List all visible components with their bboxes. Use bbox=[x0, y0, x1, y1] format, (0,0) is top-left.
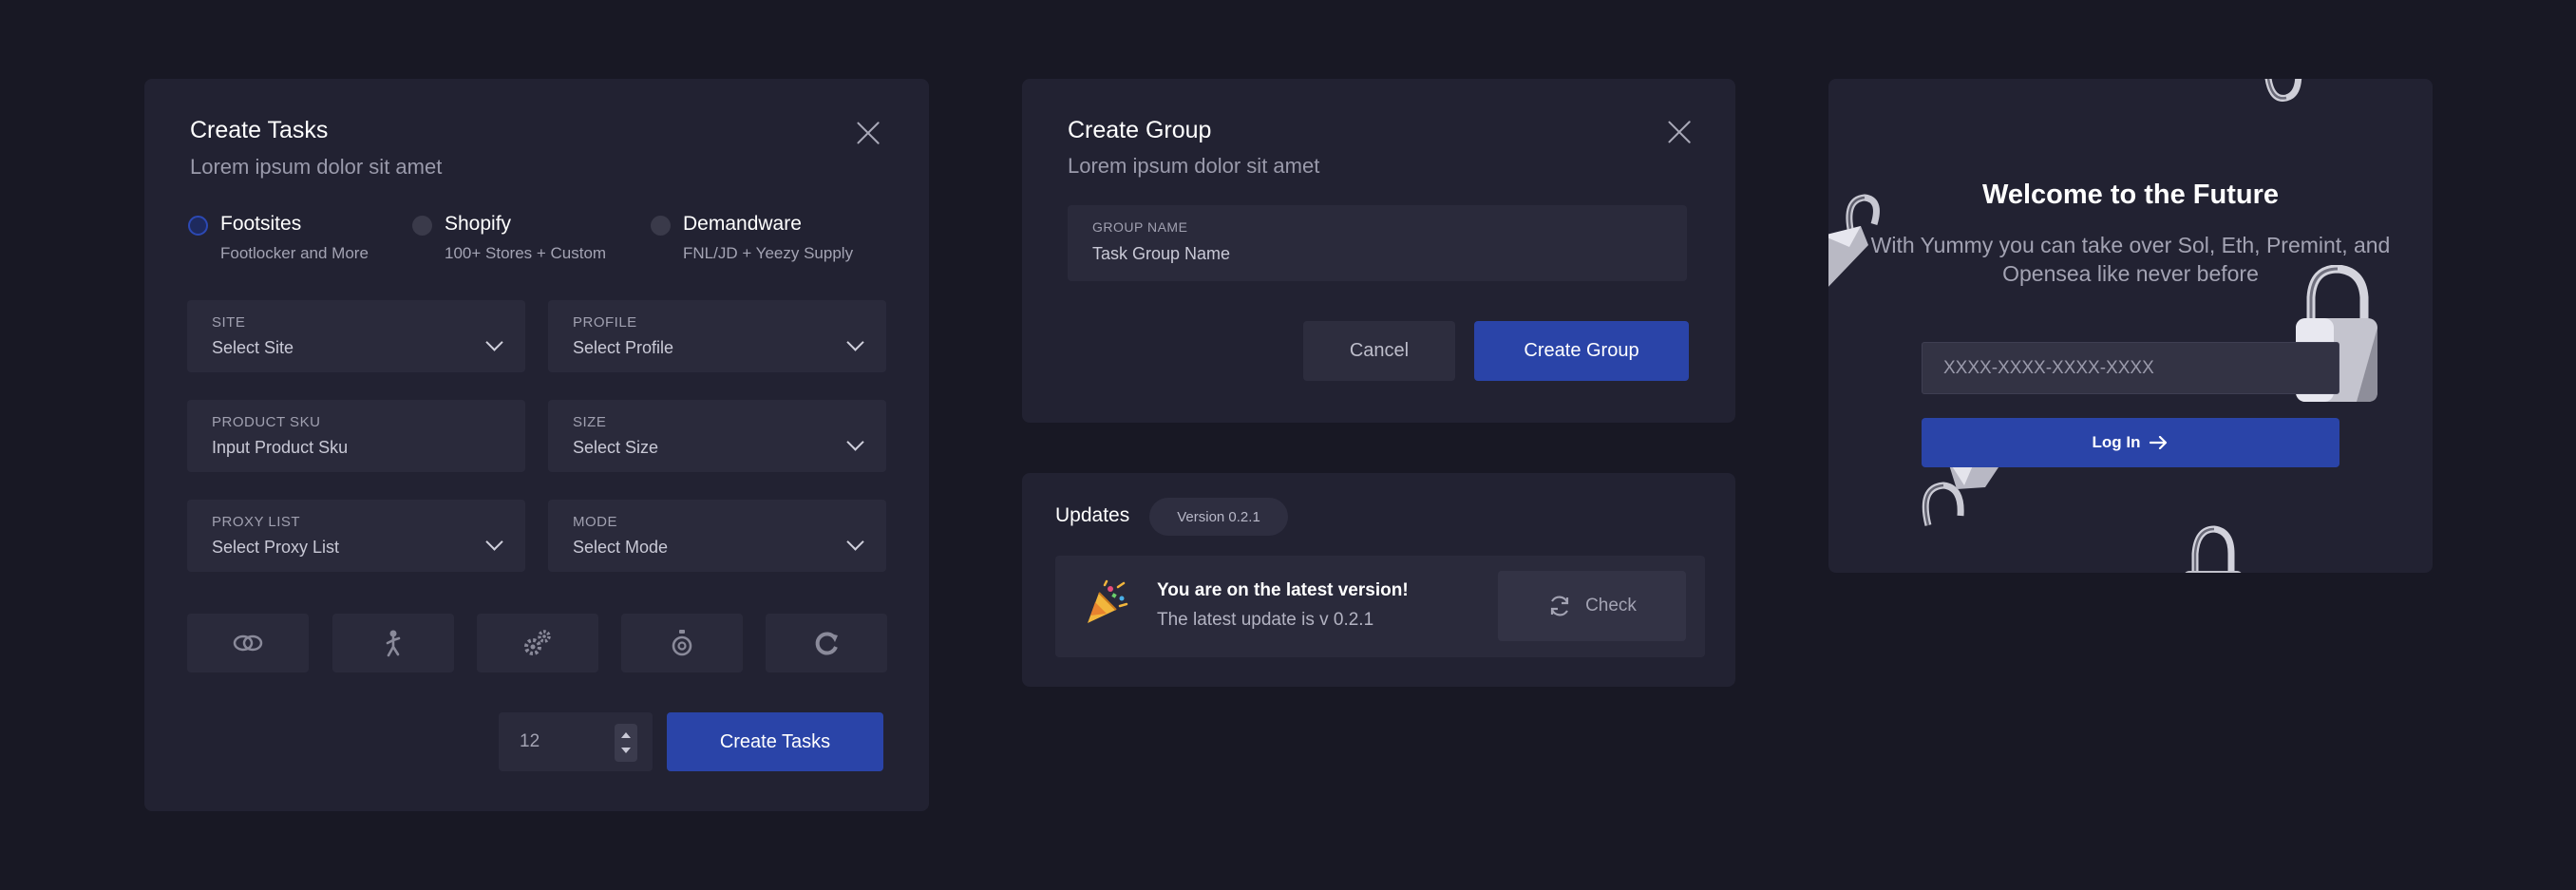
proxy-list-select[interactable]: PROXY LIST Select Proxy List bbox=[187, 500, 525, 572]
login-label: Log In bbox=[2092, 433, 2141, 451]
chevron-down-icon bbox=[485, 333, 503, 351]
platform-option-demandware[interactable]: Demandware FNL/JD + Yeezy Supply bbox=[651, 213, 869, 270]
create-group-panel: Create Group Lorem ipsum dolor sit amet … bbox=[1022, 79, 1735, 423]
size-select[interactable]: SIZE Select Size bbox=[548, 400, 886, 472]
proxy-list-value: Select Proxy List bbox=[212, 538, 340, 557]
welcome-login-panel: Welcome to the Future With Yummy you can… bbox=[1828, 79, 2433, 573]
mode-label: MODE bbox=[573, 514, 617, 530]
chevron-down-icon bbox=[846, 533, 864, 551]
version-badge: Version 0.2.1 bbox=[1149, 498, 1288, 536]
site-value: Select Site bbox=[212, 338, 294, 357]
refresh-icon bbox=[1550, 596, 1569, 616]
create-tasks-panel: Create Tasks Lorem ipsum dolor sit amet … bbox=[144, 79, 929, 811]
close-icon[interactable] bbox=[1666, 119, 1693, 145]
quantity-value: 12 bbox=[520, 731, 540, 751]
size-value: Select Size bbox=[573, 438, 659, 457]
login-button[interactable]: Log In bbox=[1922, 418, 2339, 467]
group-name-placeholder: Task Group Name bbox=[1092, 244, 1231, 263]
padlock-icon bbox=[2264, 79, 2302, 102]
radio-selected-icon bbox=[188, 216, 208, 236]
settings-button[interactable] bbox=[477, 614, 598, 672]
create-tasks-subtitle: Lorem ipsum dolor sit amet bbox=[190, 155, 443, 179]
refresh-button[interactable] bbox=[766, 614, 887, 672]
platform-option-footsites[interactable]: Footsites Footlocker and More bbox=[188, 213, 378, 270]
refresh-icon bbox=[815, 632, 838, 655]
platform-label: Demandware bbox=[683, 213, 802, 235]
group-name-label: GROUP NAME bbox=[1092, 219, 1188, 235]
updates-title: Updates bbox=[1055, 504, 1130, 526]
create-tasks-title: Create Tasks bbox=[190, 117, 329, 143]
task-quantity-stepper[interactable]: 12 bbox=[499, 712, 653, 771]
group-name-input[interactable]: GROUP NAME Task Group Name bbox=[1068, 205, 1687, 281]
product-sku-label: PRODUCT SKU bbox=[212, 414, 321, 430]
gears-icon bbox=[524, 630, 551, 655]
radio-unselected-icon bbox=[412, 216, 432, 236]
stopwatch-icon bbox=[672, 630, 692, 656]
check-label: Check bbox=[1585, 596, 1637, 615]
product-sku-input[interactable]: PRODUCT SKU Input Product Sku bbox=[187, 400, 525, 472]
chevron-down-icon bbox=[846, 433, 864, 451]
stepper-arrows[interactable] bbox=[615, 724, 637, 762]
mode-value: Select Mode bbox=[573, 538, 669, 557]
party-popper-icon bbox=[1088, 579, 1128, 623]
welcome-title: Welcome to the Future bbox=[1981, 180, 2280, 210]
product-sku-placeholder: Input Product Sku bbox=[212, 438, 349, 457]
size-label: SIZE bbox=[573, 414, 607, 430]
runner-button[interactable] bbox=[332, 614, 454, 672]
site-select[interactable]: SITE Select Site bbox=[187, 300, 525, 372]
proxy-list-label: PROXY LIST bbox=[212, 514, 301, 530]
close-icon[interactable] bbox=[855, 120, 881, 146]
running-person-icon bbox=[386, 630, 401, 657]
create-group-title: Create Group bbox=[1068, 117, 1212, 143]
updates-panel: Updates Version 0.2.1 You are on the lat… bbox=[1022, 473, 1735, 687]
platform-label: Shopify bbox=[445, 213, 512, 235]
check-updates-button[interactable]: Check bbox=[1498, 571, 1686, 641]
mode-select[interactable]: MODE Select Mode bbox=[548, 500, 886, 572]
update-status-card: You are on the latest version! The lates… bbox=[1055, 556, 1705, 657]
cancel-button[interactable]: Cancel bbox=[1303, 321, 1455, 381]
chevron-down-icon bbox=[485, 533, 503, 551]
profile-select[interactable]: PROFILE Select Profile bbox=[548, 300, 886, 372]
welcome-subtitle: With Yummy you can take over Sol, Eth, P… bbox=[1870, 233, 2391, 286]
padlock-icon bbox=[2185, 525, 2242, 573]
increment-icon[interactable] bbox=[621, 732, 631, 738]
chevron-down-icon bbox=[846, 333, 864, 351]
platform-description: 100+ Stores + Custom bbox=[445, 244, 607, 262]
platform-description: Footlocker and More bbox=[220, 244, 369, 262]
links-icon bbox=[233, 634, 263, 652]
profile-value: Select Profile bbox=[573, 338, 674, 357]
decrement-icon[interactable] bbox=[621, 748, 631, 753]
platform-description: FNL/JD + Yeezy Supply bbox=[683, 244, 854, 262]
timer-button[interactable] bbox=[621, 614, 743, 672]
update-status-detail: The latest update is v 0.2.1 bbox=[1157, 610, 1374, 630]
links-button[interactable] bbox=[187, 614, 309, 672]
radio-unselected-icon bbox=[651, 216, 671, 236]
padlock-icon bbox=[1922, 459, 2004, 526]
platform-option-shopify[interactable]: Shopify 100+ Stores + Custom bbox=[412, 213, 606, 270]
arrow-right-icon bbox=[2150, 436, 2168, 449]
create-group-button[interactable]: Create Group bbox=[1474, 321, 1689, 381]
platform-label: Footsites bbox=[220, 213, 302, 235]
update-status-title: You are on the latest version! bbox=[1157, 580, 1409, 600]
create-group-subtitle: Lorem ipsum dolor sit amet bbox=[1068, 154, 1320, 178]
create-tasks-button[interactable]: Create Tasks bbox=[667, 712, 883, 771]
site-label: SITE bbox=[212, 314, 246, 331]
license-key-input[interactable] bbox=[1922, 342, 2339, 394]
profile-label: PROFILE bbox=[573, 314, 637, 331]
